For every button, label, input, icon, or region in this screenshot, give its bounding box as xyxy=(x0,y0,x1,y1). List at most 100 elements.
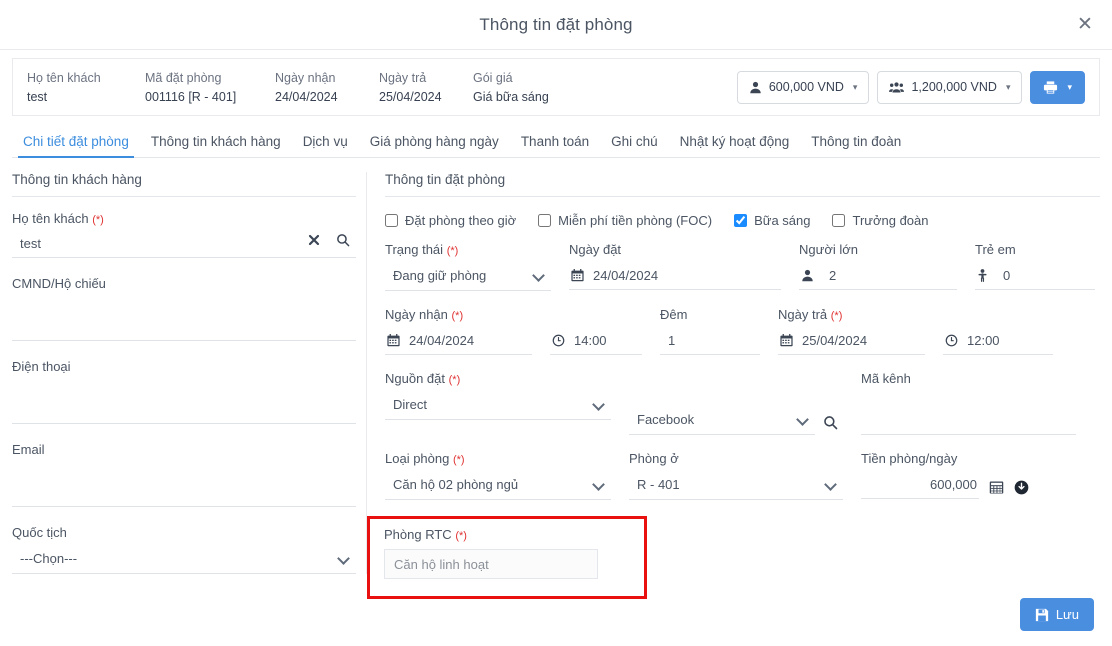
modal-titlebar: Thông tin đặt phòng ✕ xyxy=(0,0,1112,50)
id-number-input[interactable] xyxy=(12,315,356,341)
adults-field: Người lớn 2 xyxy=(799,242,975,291)
room-type-select[interactable]: Căn hộ 02 phòng ngủ xyxy=(385,472,611,500)
phone-input[interactable] xyxy=(12,398,356,424)
calculator-icon[interactable] xyxy=(989,480,1004,499)
summary-label: Họ tên khách xyxy=(27,70,101,85)
checkbox-breakfast[interactable]: Bữa sáng xyxy=(734,213,810,228)
search-icon[interactable] xyxy=(336,233,350,247)
adults-label: Người lớn xyxy=(799,242,858,257)
price-per-day-input[interactable]: 600,000 xyxy=(861,472,979,499)
status-select[interactable]: Đang giữ phòng xyxy=(385,263,551,291)
checkin-date-input[interactable]: 24/04/2024 xyxy=(385,328,532,355)
booking-row-4: Loại phòng (*) Căn hộ 02 phòng ngủ Phòng… xyxy=(385,451,1100,500)
children-field: Trẻ em 0 xyxy=(975,242,1095,291)
checkout-time-field: 12:00 xyxy=(943,307,1053,355)
room-price-button[interactable]: 600,000 VND ▾ xyxy=(736,70,870,104)
summary-booking-code: Mã đặt phòng 001116 [R - 401] xyxy=(145,71,275,104)
nights-input[interactable]: 1 xyxy=(660,328,760,355)
tab-payment[interactable]: Thanh toán xyxy=(510,134,600,157)
required-marker: (*) xyxy=(451,310,464,322)
tab-customer-info[interactable]: Thông tin khách hàng xyxy=(140,134,292,157)
checkin-date-value: 24/04/2024 xyxy=(409,332,475,348)
checkout-time-input[interactable]: 12:00 xyxy=(943,328,1053,355)
close-icon[interactable]: ✕ xyxy=(1072,12,1098,38)
channel-code-input[interactable] xyxy=(861,409,1076,435)
tab-daily-room-rate[interactable]: Giá phòng hàng ngày xyxy=(359,134,510,157)
chevron-down-icon: ▾ xyxy=(1067,81,1072,92)
tab-services[interactable]: Dịch vụ xyxy=(292,134,359,157)
id-number-field: CMND/Hộ chiếu xyxy=(12,276,356,341)
guest-name-field: Họ tên khách (*) xyxy=(12,211,356,258)
checkbox-breakfast-input[interactable] xyxy=(734,214,748,227)
adults-input[interactable]: 2 xyxy=(799,263,957,290)
summary-value: 25/04/2024 xyxy=(379,89,442,104)
search-icon[interactable] xyxy=(823,415,838,435)
checkin-time-input[interactable]: 14:00 xyxy=(550,328,642,355)
room-type-field: Loại phòng (*) Căn hộ 02 phòng ngủ xyxy=(385,451,629,500)
booking-date-field: Ngày đặt 24/04/2024 xyxy=(569,242,799,291)
users-group-icon xyxy=(889,81,905,94)
checkbox-hourly-booking[interactable]: Đặt phòng theo giờ xyxy=(385,213,516,228)
checkbox-hourly-booking-input[interactable] xyxy=(385,214,398,227)
email-input[interactable] xyxy=(12,481,356,507)
checkbox-foc-input[interactable] xyxy=(538,214,552,227)
tab-group-info[interactable]: Thông tin đoàn xyxy=(800,134,912,157)
user-icon xyxy=(749,81,762,94)
checkbox-foc-label: Miễn phí tiền phòng (FOC) xyxy=(558,213,713,228)
adults-value: 2 xyxy=(829,267,837,283)
status-field: Trạng thái (*) Đang giữ phòng xyxy=(385,242,569,291)
source-label: Nguồn đặt (*) xyxy=(385,371,461,386)
calendar-icon[interactable] xyxy=(571,268,584,282)
source-select[interactable]: Direct xyxy=(385,392,611,420)
channel-code-field: Mã kênh xyxy=(861,371,1076,435)
summary-value: Giá bữa sáng xyxy=(473,89,549,104)
checkbox-group-leader[interactable]: Trưởng đoàn xyxy=(832,213,929,228)
history-icon[interactable] xyxy=(1014,480,1029,499)
checkbox-group-leader-input[interactable] xyxy=(832,214,846,227)
summary-label: Gói giá xyxy=(473,70,513,85)
nights-value: 1 xyxy=(668,332,676,348)
id-number-label: CMND/Hộ chiếu xyxy=(12,276,106,291)
nationality-field: Quốc tịch ---Chọn--- xyxy=(12,525,356,574)
printer-icon xyxy=(1043,80,1058,95)
checkin-time-field: 14:00 xyxy=(550,307,660,355)
nights-field: Đêm 1 xyxy=(660,307,778,355)
summary-actions: 600,000 VND ▾ 1,200,000 VND ▾ ▾ xyxy=(736,70,1085,104)
print-button[interactable]: ▾ xyxy=(1030,70,1085,104)
children-input[interactable]: 0 xyxy=(975,263,1095,290)
guest-name-label: Họ tên khách (*) xyxy=(12,211,104,226)
checkout-date-label: Ngày trả (*) xyxy=(778,307,843,322)
tab-booking-detail[interactable]: Chi tiết đặt phòng xyxy=(12,134,140,158)
rtc-room-input[interactable] xyxy=(384,549,598,579)
guest-name-input[interactable] xyxy=(12,232,356,258)
group-price-button[interactable]: 1,200,000 VND ▾ xyxy=(877,70,1023,104)
clock-icon[interactable] xyxy=(552,334,565,347)
price-per-day-value: 600,000 xyxy=(930,476,977,492)
room-label: Phòng ở xyxy=(629,451,679,466)
required-marker: (*) xyxy=(830,310,843,322)
clear-icon[interactable] xyxy=(308,234,320,246)
phone-field: Điện thoại xyxy=(12,359,356,424)
calendar-icon[interactable] xyxy=(780,333,793,347)
calendar-icon[interactable] xyxy=(387,333,400,347)
clock-icon[interactable] xyxy=(945,334,958,347)
booking-date-input[interactable]: 24/04/2024 xyxy=(569,263,781,290)
child-icon xyxy=(977,268,988,282)
children-value: 0 xyxy=(1003,267,1011,283)
room-select[interactable]: R - 401 xyxy=(629,472,843,500)
nights-label: Đêm xyxy=(660,307,688,322)
booking-section-title: Thông tin đặt phòng xyxy=(385,172,1100,197)
checkout-time-value: 12:00 xyxy=(967,332,1000,348)
checkbox-foc[interactable]: Miễn phí tiền phòng (FOC) xyxy=(538,213,712,228)
booking-row-2: Ngày nhận (*) 24/04/2024 14:00 Đêm 1 Ngà… xyxy=(385,307,1100,355)
save-button[interactable]: Lưu xyxy=(1019,598,1094,631)
rtc-room-highlight-box: Phòng RTC (*) xyxy=(367,516,647,599)
tab-notes[interactable]: Ghi chú xyxy=(600,134,669,157)
source-sub-select[interactable]: Facebook xyxy=(629,407,815,435)
price-per-day-field: Tiền phòng/ngày 600,000 xyxy=(861,451,1076,500)
nationality-select[interactable]: ---Chọn--- xyxy=(12,546,356,574)
save-icon xyxy=(1035,608,1049,622)
modal-body: Thông tin khách hàng Họ tên khách (*) te… xyxy=(0,158,1112,599)
tab-activity-log[interactable]: Nhật ký hoạt động xyxy=(669,134,801,157)
checkout-date-input[interactable]: 25/04/2024 xyxy=(778,328,925,355)
